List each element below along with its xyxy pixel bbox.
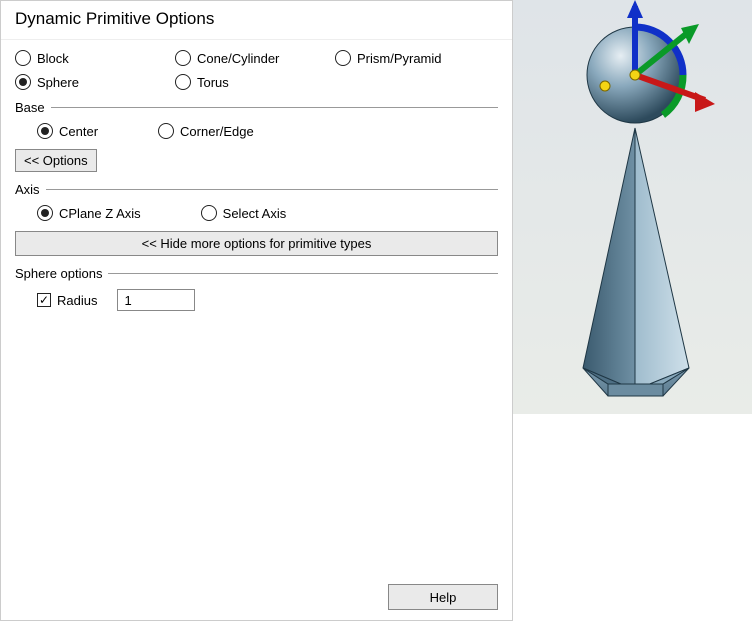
radio-icon [175,50,191,66]
radio-icon [158,123,174,139]
radio-base-corner-edge[interactable]: Corner/Edge [158,123,254,139]
help-button[interactable]: Help [388,584,498,610]
divider [46,189,498,190]
primitive-type-group: Block Cone/Cylinder Prism/Pyramid Sphere… [15,50,498,90]
viewport-3d[interactable] [513,0,752,414]
radio-icon [15,74,31,90]
radio-prism-pyramid[interactable]: Prism/Pyramid [335,50,498,66]
options-toggle-button[interactable]: << Options [15,149,97,172]
base-legend: Base [15,100,45,115]
radio-block[interactable]: Block [15,50,175,66]
radio-label: CPlane Z Axis [59,206,141,221]
radio-icon [37,205,53,221]
radio-label: Sphere [37,75,79,90]
sphere-options-fieldset: Sphere options Radius [15,266,498,311]
radio-torus[interactable]: Torus [175,74,335,90]
checkbox-label: Radius [57,293,97,308]
radio-icon [201,205,217,221]
radio-label: Corner/Edge [180,124,254,139]
radio-label: Center [59,124,98,139]
panel-title: Dynamic Primitive Options [1,1,512,40]
radio-label: Select Axis [223,206,287,221]
viewport-scene-icon [513,0,752,414]
radio-base-center[interactable]: Center [37,123,98,139]
checkbox-icon [37,293,51,307]
sphere-options-legend: Sphere options [15,266,102,281]
radio-icon [175,74,191,90]
radio-sphere[interactable]: Sphere [15,74,175,90]
divider [51,107,498,108]
options-panel: Dynamic Primitive Options Block Cone/Cyl… [0,0,513,621]
radio-icon [335,50,351,66]
radio-cone-cylinder[interactable]: Cone/Cylinder [175,50,335,66]
base-fieldset: Base Center Corner/Edge [15,100,498,139]
radius-input[interactable] [117,289,195,311]
radio-label: Prism/Pyramid [357,51,442,66]
radio-label: Block [37,51,69,66]
panel-footer: Help [388,584,498,610]
axis-fieldset: Axis CPlane Z Axis Select Axis [15,182,498,221]
divider [108,273,498,274]
radio-axis-cplane-z[interactable]: CPlane Z Axis [37,205,141,221]
axis-legend: Axis [15,182,40,197]
radio-label: Torus [197,75,229,90]
checkbox-radius[interactable]: Radius [37,293,97,308]
radio-icon [15,50,31,66]
radio-axis-select[interactable]: Select Axis [201,205,287,221]
radio-label: Cone/Cylinder [197,51,279,66]
hide-more-options-button[interactable]: << Hide more options for primitive types [15,231,498,256]
radio-icon [37,123,53,139]
panel-content: Block Cone/Cylinder Prism/Pyramid Sphere… [1,40,512,311]
